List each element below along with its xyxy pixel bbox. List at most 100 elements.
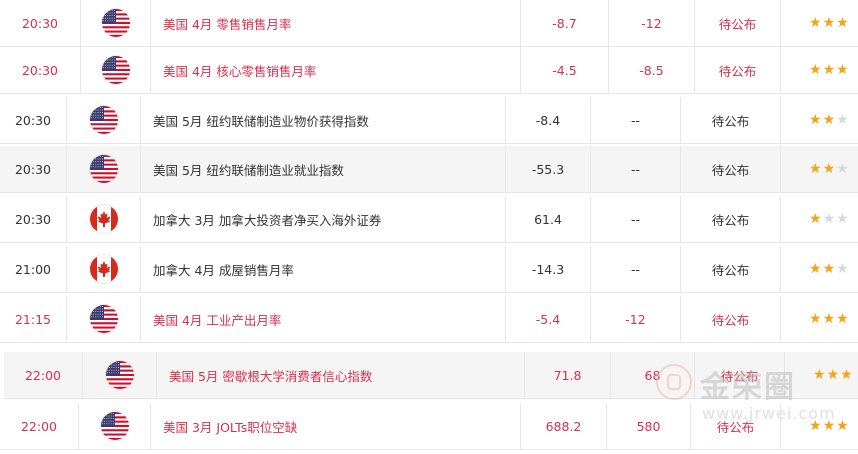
star-empty-icon: ★ <box>836 261 849 277</box>
actual-status-text: 待公布 <box>711 262 750 278</box>
previous-value: -55.3 <box>505 146 590 192</box>
star-rating: ★ ★ ★ <box>809 262 849 276</box>
event-name[interactable]: 加拿大 3月 加拿大投资者净买入海外证券 <box>140 196 505 242</box>
country-flag-cell <box>66 296 140 342</box>
star-rating: ★ ★ ★ <box>809 312 849 326</box>
previous-value: 61.4 <box>505 196 590 242</box>
actual-status-text: 待公布 <box>718 63 757 79</box>
country-flag-cell <box>66 97 140 143</box>
forecast-value-text: -- <box>630 112 641 128</box>
actual-status-text: 待公布 <box>711 162 750 178</box>
table-row[interactable]: 21:15 美国 4月 工业产出月率 -5.4 -12 待公布 ★ ★ ★ <box>0 296 858 343</box>
table-row[interactable]: 20:30 美国 5月 纽约联储制造业物价获得指数 -8.4 -- 待公布 ★ ★ ★ <box>0 97 858 144</box>
star-filled-icon: ★ <box>840 367 853 383</box>
actual-status: 待公布 <box>694 0 780 46</box>
star-filled-icon: ★ <box>809 112 822 128</box>
star-rating: ★ ★ ★ <box>809 419 849 433</box>
event-time-text: 20:30 <box>14 112 52 128</box>
previous-value: -8.7 <box>520 0 608 46</box>
us-flag-icon <box>101 9 130 37</box>
star-filled-icon: ★ <box>822 311 836 327</box>
star-rating: ★ ★ ★ <box>809 63 849 77</box>
forecast-value: -- <box>590 196 680 242</box>
forecast-value: -- <box>590 146 680 192</box>
event-name[interactable]: 美国 5月 纽约联储制造业物价获得指数 <box>140 97 505 143</box>
importance-stars: ★ ★ ★ <box>780 246 858 292</box>
event-name-text: 美国 5月 纽约联储制造业物价获得指数 <box>153 113 369 129</box>
event-time-text: 20:30 <box>21 62 59 78</box>
event-name[interactable]: 美国 4月 工业产出月率 <box>140 296 505 342</box>
forecast-value-text: -- <box>630 261 641 277</box>
actual-status-text: 待公布 <box>711 212 750 228</box>
table-row[interactable]: 20:30 美国 4月 零售销售月率 -8.7 -12 待公布 ★ ★ ★ <box>0 0 858 47</box>
actual-status: 待公布 <box>694 352 784 398</box>
event-time-text: 21:00 <box>14 261 52 277</box>
star-filled-icon: ★ <box>809 62 822 78</box>
event-name-text: 美国 4月 工业产出月率 <box>153 312 282 328</box>
event-name[interactable]: 美国 5月 密歇根大学消费者信心指数 <box>156 352 524 398</box>
event-time-text: 20:30 <box>14 211 52 227</box>
event-time: 21:15 <box>0 296 66 342</box>
star-filled-icon: ★ <box>822 418 836 434</box>
importance-stars: ★ ★ ★ <box>780 403 858 449</box>
star-empty-icon: ★ <box>836 161 849 177</box>
forecast-value: -12 <box>608 0 694 46</box>
previous-value: -8.4 <box>505 97 590 143</box>
star-filled-icon: ★ <box>822 62 836 78</box>
table-row[interactable]: 22:00 美国 3月 JOLTs职位空缺 688.2 580 待公布 ★ ★ ★ <box>0 403 858 450</box>
star-filled-icon: ★ <box>822 161 836 177</box>
star-filled-icon: ★ <box>822 15 836 31</box>
forecast-value-text: -- <box>630 161 641 177</box>
star-empty-icon: ★ <box>822 211 836 227</box>
event-name[interactable]: 加拿大 4月 成屋销售月率 <box>140 246 505 292</box>
event-name[interactable]: 美国 3月 JOLTs职位空缺 <box>150 403 520 449</box>
importance-stars: ★ ★ ★ <box>780 97 858 143</box>
actual-status: 待公布 <box>680 146 780 192</box>
previous-value-text: -4.5 <box>552 62 577 78</box>
star-filled-icon: ★ <box>836 418 849 434</box>
country-flag-cell <box>82 352 156 398</box>
country-flag-cell <box>80 47 150 93</box>
previous-value: -14.3 <box>505 246 590 292</box>
forecast-value: -8.5 <box>608 47 694 93</box>
forecast-value-text: -12 <box>641 15 662 31</box>
previous-value-text: -5.4 <box>535 311 561 327</box>
event-time-text: 22:00 <box>20 418 58 434</box>
table-row[interactable]: 22:00 美国 5月 密歇根大学消费者信心指数 71.8 68 待公布 ★ ★ ★ <box>4 352 858 399</box>
forecast-value: -- <box>590 97 680 143</box>
importance-stars: ★ ★ ★ <box>780 0 858 46</box>
star-rating: ★ ★ ★ <box>809 162 849 176</box>
forecast-value-text: -8.5 <box>639 62 664 78</box>
star-rating: ★ ★ ★ <box>813 368 853 382</box>
forecast-value-text: 580 <box>636 418 661 434</box>
event-name[interactable]: 美国 4月 核心零售销售月率 <box>150 47 520 93</box>
previous-value-text: 71.8 <box>553 367 582 383</box>
event-name[interactable]: 美国 5月 纽约联储制造业就业指数 <box>140 146 505 192</box>
previous-value-text: -8.7 <box>552 15 577 31</box>
event-time: 21:00 <box>0 246 66 292</box>
country-flag-cell <box>66 196 140 242</box>
us-flag-icon <box>101 56 130 84</box>
event-time: 20:30 <box>0 0 80 46</box>
event-time: 20:30 <box>0 196 66 242</box>
event-time-text: 20:30 <box>14 161 52 177</box>
table-row[interactable]: 21:00 加拿大 4月 成屋销售月率 -14.3 -- 待公布 ★ ★ ★ <box>0 246 858 293</box>
event-name-text: 加拿大 4月 成屋销售月率 <box>153 262 294 278</box>
event-time-text: 21:15 <box>14 311 52 327</box>
event-name-text: 美国 5月 密歇根大学消费者信心指数 <box>169 368 373 384</box>
previous-value: 688.2 <box>520 403 606 449</box>
forecast-value: -12 <box>590 296 680 342</box>
event-time: 22:00 <box>0 403 78 449</box>
table-row[interactable]: 20:30 美国 5月 纽约联储制造业就业指数 -55.3 -- 待公布 ★ ★ ★ <box>0 146 858 193</box>
previous-value: -5.4 <box>505 296 590 342</box>
event-name-text: 美国 4月 零售销售月率 <box>163 16 292 32</box>
us-flag-icon <box>89 305 118 333</box>
forecast-value: -- <box>590 246 680 292</box>
table-row[interactable]: 20:30 加拿大 3月 加拿大投资者净买入海外证券 61.4 -- 待公布 ★ ★ ★ <box>0 196 858 243</box>
table-row[interactable]: 20:30 美国 4月 核心零售销售月率 -4.5 -8.5 待公布 ★ ★ ★ <box>0 47 858 94</box>
event-time-text: 20:30 <box>21 15 59 31</box>
forecast-value-text: 68 <box>644 367 661 383</box>
event-name[interactable]: 美国 4月 零售销售月率 <box>150 0 520 46</box>
importance-stars: ★ ★ ★ <box>780 196 858 242</box>
star-filled-icon: ★ <box>809 311 822 327</box>
